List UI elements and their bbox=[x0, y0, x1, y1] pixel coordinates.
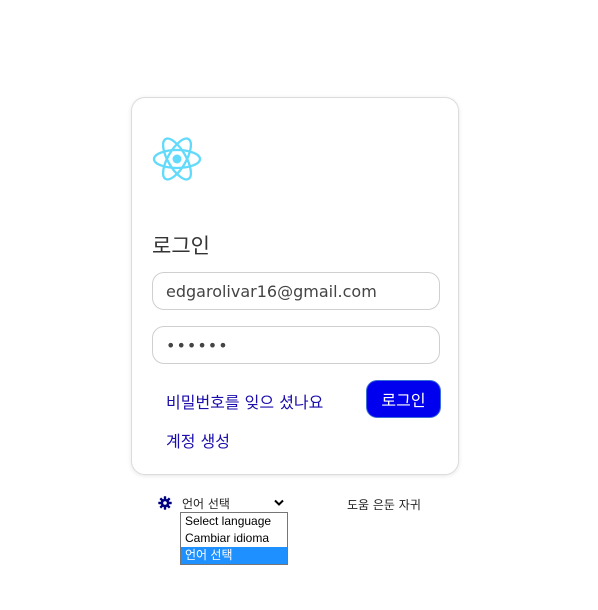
language-option[interactable]: Select language bbox=[181, 513, 287, 530]
footer: 언어 선택 도움 은둔 자귀 Select language Cambiar i… bbox=[0, 490, 598, 590]
language-select[interactable]: 언어 선택 bbox=[182, 494, 288, 512]
email-field[interactable] bbox=[152, 272, 440, 310]
language-select-value: 언어 선택 bbox=[182, 496, 230, 511]
chevron-down-icon bbox=[274, 499, 284, 506]
login-title: 로그인 bbox=[152, 234, 210, 258]
login-button[interactable]: 로그인 bbox=[367, 381, 440, 417]
react-logo-icon bbox=[152, 137, 202, 181]
login-card: 로그인 비밀번호를 잊으 셨나요 로그인 계정 생성 bbox=[131, 97, 459, 475]
language-dropdown-list: Select language Cambiar idioma 언어 선택 bbox=[180, 512, 288, 565]
create-account-link[interactable]: 계정 생성 bbox=[166, 428, 230, 452]
language-option[interactable]: Cambiar idioma bbox=[181, 530, 287, 547]
language-option-selected[interactable]: 언어 선택 bbox=[181, 547, 287, 564]
gear-icon bbox=[158, 496, 172, 510]
forgot-password-link[interactable]: 비밀번호를 잊으 셨나요 bbox=[166, 389, 323, 413]
help-text[interactable]: 도움 은둔 자귀 bbox=[347, 496, 421, 513]
password-field[interactable] bbox=[152, 326, 440, 364]
